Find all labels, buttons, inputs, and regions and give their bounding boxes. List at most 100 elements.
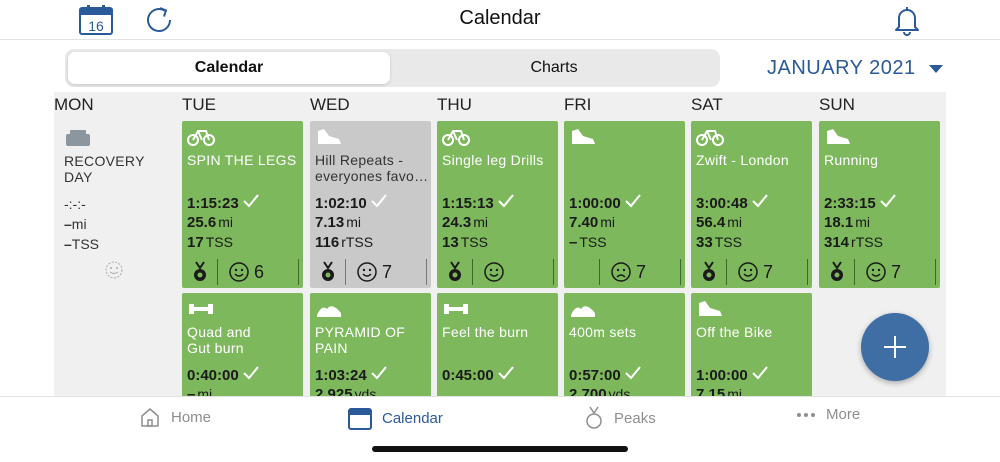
workout-distance: 56.4 mi [696,214,742,231]
rpe-value: 7 [636,261,647,282]
check-icon [751,194,768,212]
workout-card[interactable]: Quad and Gut burn 0:40:00 – mi [182,293,303,396]
home-indicator [372,446,628,452]
workout-card[interactable]: Running 2:33:15 18.1 mi 314 rTSS 7 [819,121,940,288]
home-icon [139,406,161,428]
workout-title: PYRAMID OF PAIN [315,324,406,356]
workout-title: Hill Repeats - everyones favo… [315,152,429,184]
medal-icon [584,406,604,430]
check-icon [879,194,896,212]
rpe-value: 7 [891,261,902,282]
check-icon [624,194,641,212]
workout-distance: 7.40 mi [569,214,615,231]
workout-feedback: 7 [315,259,431,285]
tab-peaks[interactable]: Peaks [584,406,656,430]
recovery-day-card[interactable]: RECOVERY DAY -:-:- –mi –TSS [54,122,177,288]
check-icon [242,366,259,384]
workout-duration: 1:00:00 [696,366,768,384]
workout-card[interactable]: Single leg Drills 1:15:13 24.3 mi 13 TSS [437,121,558,288]
workout-card[interactable]: Feel the burn 0:45:00 [437,293,558,396]
recovery-title: RECOVERY DAY [64,153,145,185]
strength-icon [187,299,215,324]
workout-feedback: 7 [824,259,940,285]
workout-feedback: 7 [696,259,812,285]
workout-tss: 116 rTSS [315,234,374,251]
more-icon [796,412,816,418]
workout-duration: 1:02:10 [315,194,387,212]
workout-duration: 3:00:48 [696,194,768,212]
medal-icon [696,261,722,283]
day-header-wed: WED [310,95,350,114]
workout-duration: 1:15:23 [187,194,259,212]
strength-icon [442,299,470,324]
day-header-fri: FRI [564,95,592,114]
check-icon [624,366,641,384]
medal-icon [315,261,341,283]
workout-card[interactable]: 1:00:00 7.40 mi – TSS 7 [564,121,685,288]
workout-tss: 33 TSS [696,234,742,251]
rpe-value: 7 [763,261,774,282]
workout-feedback: 6 [187,259,303,285]
tab-home[interactable]: Home [139,406,211,428]
tab-calendar-label: Calendar [382,409,443,427]
view-segmented-control: Calendar Charts [65,49,720,87]
recovery-tss: –TSS [64,236,100,252]
workout-card[interactable]: Zwift - London 3:00:48 56.4 mi 33 TSS 7 [691,121,812,288]
shoe-icon [569,127,597,152]
bell-icon[interactable] [889,4,925,36]
calendar-grid: MON TUE WED THU FRI SAT SUN RECOVERY DAY… [54,92,946,396]
workout-distance: 2,700 yds [569,386,631,396]
workout-distance: – mi [187,386,213,396]
check-icon [751,366,768,384]
tab-more-label: More [826,406,861,423]
workout-title: Quad and Gut burn [187,324,251,356]
workout-card[interactable]: 400m sets 0:57:00 2,700 yds [564,293,685,396]
plus-icon [884,336,906,358]
tab-calendar-nav[interactable]: Calendar [348,406,443,430]
workout-card[interactable]: Off the Bike 1:00:00 7.15 mi [691,293,812,396]
rpe-value: 7 [382,261,393,282]
bottom-tab-bar: Home Calendar Peaks More [0,396,1000,462]
workout-distance: 24.3 mi [442,214,488,231]
day-header-sun: SUN [819,95,855,114]
bike-icon [696,127,724,152]
month-selector[interactable]: JANUARY 2021 [767,57,943,80]
recovery-distance: –mi [64,216,87,232]
smiley-icon [228,261,250,283]
bike-icon [187,127,215,152]
smiley-icon [865,261,887,283]
page-title: Calendar [459,7,541,29]
workout-tss: – TSS [569,234,607,251]
workout-title: Single leg Drills [442,152,544,168]
workout-distance: 18.1 mi [824,214,870,231]
tab-home-label: Home [171,408,212,426]
day-header-tue: TUE [182,95,216,114]
tab-more[interactable]: More [796,406,860,423]
recovery-icon [64,128,92,153]
workout-duration: 2:33:15 [824,194,896,212]
add-workout-button[interactable] [861,313,929,381]
recovery-time: -:-:- [64,196,86,212]
check-icon [497,366,514,384]
medal-icon [442,261,468,283]
workout-card[interactable]: Hill Repeats - everyones favo… 1:02:10 7.1… [310,121,431,288]
workout-distance: 25.6 mi [187,214,233,231]
check-icon [242,194,259,212]
workout-distance: 7.13 mi [315,214,361,231]
workout-title: Feel the burn [442,324,529,340]
workout-card[interactable]: PYRAMID OF PAIN 1:03:24 2,925 yds [310,293,431,396]
check-icon [497,194,514,212]
workout-card[interactable]: SPIN THE LEGS 1:15:23 25.6 mi 17 TSS 6 [182,121,303,288]
smiley-icon [737,261,759,283]
shoe-icon [824,127,852,152]
tab-charts[interactable]: Charts [391,52,717,84]
workout-duration: 0:40:00 [187,366,259,384]
tab-calendar[interactable]: Calendar [68,52,390,84]
workout-duration: 0:45:00 [442,366,514,384]
day-header-sat: SAT [691,95,723,114]
bike-icon [442,127,470,152]
workout-feedback: 7 [569,259,685,285]
workout-title: Running [824,152,879,168]
smiley-icon [356,261,378,283]
workout-title: SPIN THE LEGS [187,152,297,168]
